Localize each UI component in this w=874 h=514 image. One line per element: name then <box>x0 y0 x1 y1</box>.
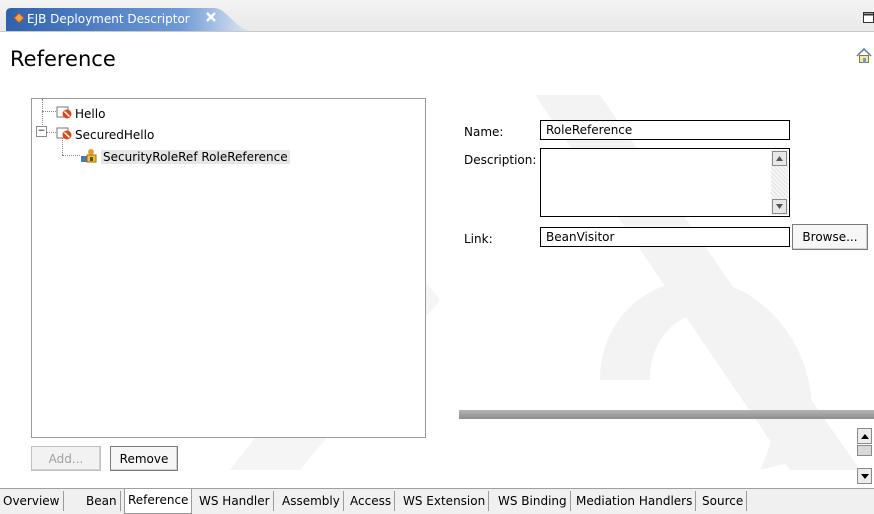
tree-expander[interactable]: − <box>36 126 47 137</box>
arrow-down-icon <box>776 204 783 209</box>
tree-item-securedhello[interactable]: SecuredHello <box>56 125 154 144</box>
page-scroll-thumb[interactable] <box>857 445 872 456</box>
link-field[interactable]: BeanVisitor <box>540 227 790 247</box>
tree-item-label: Hello <box>75 106 106 121</box>
editor-tab-bar: EJB Deployment Descriptor <box>0 0 874 32</box>
scroll-up-button[interactable] <box>772 151 787 166</box>
tab-source[interactable]: Source <box>699 491 748 511</box>
tree-item-label: SecurityRoleRef RoleReference <box>101 149 290 164</box>
tab-reference[interactable]: Reference <box>124 489 193 514</box>
tree-item-label: SecuredHello <box>75 127 155 142</box>
arrow-up-icon <box>860 433 869 439</box>
link-label: Link: <box>464 232 493 246</box>
tab-mediation-handlers[interactable]: Mediation Handlers <box>573 491 697 511</box>
add-button[interactable]: Add... <box>31 446 101 471</box>
tab-assembly[interactable]: Assembly <box>279 491 344 511</box>
home-icon[interactable] <box>856 47 872 67</box>
ejb-bean-icon <box>56 104 72 123</box>
tree-item-security-role-ref[interactable]: SecurityRoleRef RoleReference <box>80 147 290 166</box>
name-field[interactable]: RoleReference <box>540 120 790 140</box>
tab-ws-handler[interactable]: WS Handler <box>196 491 274 511</box>
page-scroll-down-button[interactable] <box>857 468 872 484</box>
arrow-up-icon <box>776 156 783 161</box>
editor-tab-title: EJB Deployment Descriptor <box>27 12 190 26</box>
tab-ws-extension[interactable]: WS Extension <box>400 491 490 511</box>
arrow-down-icon <box>860 473 869 479</box>
tab-overview[interactable]: Overview <box>0 491 64 511</box>
description-field[interactable] <box>540 148 790 217</box>
tree-connector <box>46 132 56 133</box>
security-role-ref-icon <box>80 147 98 166</box>
page-title: Reference <box>10 47 116 71</box>
tree-connector <box>62 155 80 156</box>
tab-access[interactable]: Access <box>347 491 396 511</box>
reference-tree[interactable]: Hello − SecuredHello SecurityRoleRef Rol… <box>31 98 426 438</box>
editor-tab[interactable]: EJB Deployment Descriptor <box>6 8 256 31</box>
tab-bean[interactable]: Bean <box>83 491 121 511</box>
page-scroll-up-button[interactable] <box>857 428 872 444</box>
tree-item-hello[interactable]: Hello <box>56 104 105 123</box>
tree-connector <box>42 111 56 112</box>
scroll-down-button[interactable] <box>772 199 787 214</box>
tab-ws-binding[interactable]: WS Binding <box>495 491 571 511</box>
ejb-bean-icon <box>56 125 72 144</box>
description-label: Description: <box>464 153 537 167</box>
page-tab-bar: Overview Bean Reference WS Handler Assem… <box>0 488 874 514</box>
remove-button[interactable]: Remove <box>110 446 178 471</box>
section-splitter[interactable] <box>459 410 874 419</box>
name-label: Name: <box>464 125 504 139</box>
browse-button[interactable]: Browse... <box>792 224 868 250</box>
description-scrollbar[interactable] <box>771 150 788 215</box>
maximize-icon[interactable] <box>863 12 874 26</box>
